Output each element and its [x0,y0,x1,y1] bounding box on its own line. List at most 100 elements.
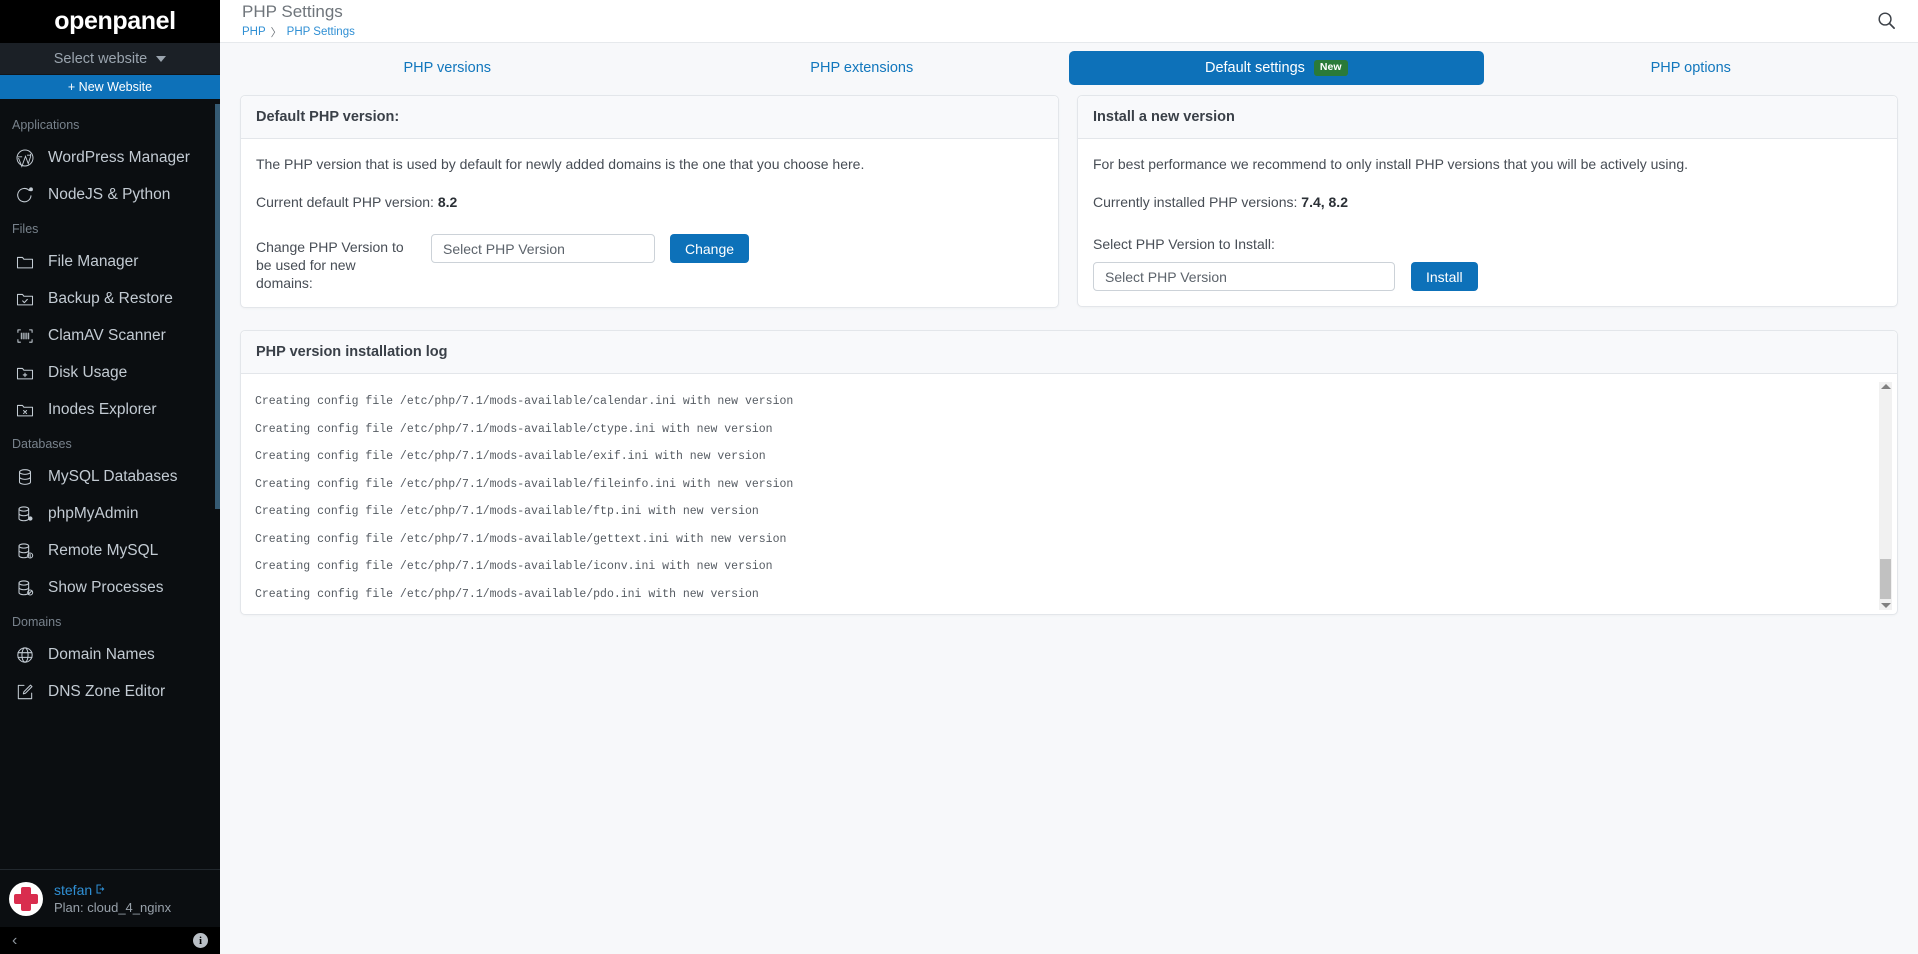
sidebar-item-dns-zone-editor[interactable]: DNS Zone Editor [0,673,220,710]
sidebar-item-label: WordPress Manager [48,148,190,166]
log-line: Creating config file /etc/php/7.1/mods-a… [255,477,794,491]
log-line: Creating config file /etc/php/7.1/mods-a… [255,532,787,546]
install-card-title: Install a new version [1078,96,1897,139]
sidebar-item-show-processes[interactable]: Show Processes [0,569,220,606]
tab-php-options[interactable]: PHP options [1484,51,1899,85]
log-line: Creating config file /etc/php/7.1/mods-a… [255,450,766,463]
chevron-down-icon [156,55,167,62]
install-version-select[interactable]: Select PHP Version [1093,262,1395,291]
new-website-label: + New Website [67,80,153,94]
title-wrap: PHP Settings PHP 〉 PHP Settings [242,0,355,40]
sidebar-item-clamav-scanner[interactable]: ClamAV Scanner [0,317,220,354]
wordpress-icon [14,147,35,168]
installation-log-title: PHP version installation log [241,331,1897,374]
top-bar: PHP Settings PHP 〉 PHP Settings [220,0,1918,43]
sidebar-item-label: Disk Usage [48,363,128,381]
sidebar-scrollbar[interactable] [215,99,220,869]
install-version-card: Install a new version For best performan… [1077,95,1898,307]
tab-php-extensions[interactable]: PHP extensions [655,51,1070,85]
default-php-card-body: The PHP version that is used by default … [241,139,1058,307]
folder-plus-icon [14,362,35,383]
sidebar-item-label: phpMyAdmin [48,504,139,522]
new-website-button[interactable]: + New Website [0,75,220,99]
search-icon[interactable] [1877,0,1896,35]
sidebar-item-disk-usage[interactable]: Disk Usage [0,354,220,391]
nodejs-icon [14,184,35,205]
brand-logo[interactable]: openpanel [0,0,220,43]
app-root: openpanel Select website + New Website A… [0,0,1918,954]
log-scrollbar-track[interactable] [1879,389,1892,603]
folder-x-icon [14,399,35,420]
sidebar-item-label: NodeJS & Python [48,185,171,203]
sidebar-item-phpmyadmin[interactable]: phpMyAdmin [0,495,220,532]
log-line: Creating config file /etc/php/7.1/mods-a… [255,422,773,436]
installation-log-lines: Creating config file /etc/php/7.1/mods-a… [241,384,1897,602]
user-meta: stefan Plan: cloud_4_nginx [54,882,171,915]
sidebar-nav: Applications WordPress Manager NodeJS & Py… [0,99,220,869]
info-icon[interactable]: i [193,933,208,948]
main-area: PHP Settings PHP 〉 PHP Settings PHP vers… [220,0,1918,954]
tab-label: PHP extensions [810,60,914,76]
logout-icon[interactable] [95,882,107,898]
installed-versions-label: Currently installed PHP versions: [1093,194,1298,210]
page-title: PHP Settings [242,2,343,21]
sidebar-item-remote-mysql[interactable]: Remote MySQL [0,532,220,569]
breadcrumb-separator: 〉 [270,27,282,39]
database-icon [14,466,35,487]
install-button[interactable]: Install [1411,262,1478,291]
install-form: Select PHP Version Install [1093,262,1882,291]
sidebar-item-wordpress-manager[interactable]: WordPress Manager [0,139,220,176]
installation-log-card: PHP version installation log Creating co… [240,330,1898,615]
sidebar-item-domain-names[interactable]: Domain Names [0,636,220,673]
log-scrollbar-thumb[interactable] [1880,559,1891,599]
log-scrollbar[interactable] [1879,382,1892,610]
tab-bar: PHP versions PHP extensions Default settin… [220,43,1918,95]
collapse-sidebar-icon[interactable]: ‹ [12,932,17,949]
change-version-select[interactable]: Select PHP Version [431,234,655,263]
sidebar-item-nodejs-python[interactable]: NodeJS & Python [0,176,220,213]
tab-default-settings[interactable]: Default settings New [1069,51,1484,85]
breadcrumb-root[interactable]: PHP [242,26,266,38]
breadcrumb-current[interactable]: PHP Settings [287,26,355,38]
log-line: Creating config file /etc/php/7.1/mods-a… [255,395,794,408]
sidebar-scrollbar-thumb[interactable] [215,104,220,509]
sidebar-item-label: ClamAV Scanner [48,326,166,344]
sidebar-group-label: Domains [12,615,62,629]
user-name-row[interactable]: stefan [54,882,171,898]
sidebar-item-label: MySQL Databases [48,467,178,485]
database-block-icon [14,577,35,598]
current-version-label: Current default PHP version: [256,194,434,210]
scroll-down-arrow-icon[interactable] [1880,603,1891,608]
sidebar-item-backup-restore[interactable]: Backup & Restore [0,280,220,317]
sidebar-item-label: Backup & Restore [48,289,173,307]
user-panel[interactable]: stefan Plan: cloud_4_nginx [0,869,220,927]
cards-row: Default PHP version: The PHP version tha… [220,95,1918,308]
install-select-label: Select PHP Version to Install: [1093,236,1275,252]
change-version-form: Change PHP Version to be used for new do… [256,234,1043,292]
sidebar-item-inodes-explorer[interactable]: Inodes Explorer [0,391,220,428]
database-info-icon [14,540,35,561]
content-area: PHP versions PHP extensions Default settin… [220,43,1918,954]
folder-check-icon [14,288,35,309]
sidebar-item-mysql-databases[interactable]: MySQL Databases [0,458,220,495]
current-version-value: 8.2 [437,194,458,210]
globe-icon [14,644,35,665]
current-version-row: Current default PHP version: 8.2 [256,192,1043,212]
tab-label: PHP options [1650,60,1731,76]
website-selector-label: Select website [53,50,148,67]
sidebar-group-label: Files [12,222,39,236]
tab-php-versions[interactable]: PHP versions [240,51,655,85]
log-line: Creating config file /etc/php/7.1/mods-a… [255,560,773,573]
sidebar-item-file-manager[interactable]: File Manager [0,243,220,280]
tab-label: Default settings [1204,60,1305,76]
sidebar-group-label: Applications [12,118,80,132]
scanner-icon [14,325,35,346]
website-selector[interactable]: Select website [0,43,220,75]
sidebar-item-label: File Manager [48,252,139,270]
change-version-button[interactable]: Change [670,234,750,263]
log-line: Creating config file /etc/php/7.1/mods-a… [255,587,759,601]
breadcrumb: PHP 〉 PHP Settings [242,24,355,40]
folder-icon [14,251,35,272]
install-card-body: For best performance we recommend to onl… [1078,139,1897,306]
install-version-select-placeholder: Select PHP Version [1105,268,1227,285]
